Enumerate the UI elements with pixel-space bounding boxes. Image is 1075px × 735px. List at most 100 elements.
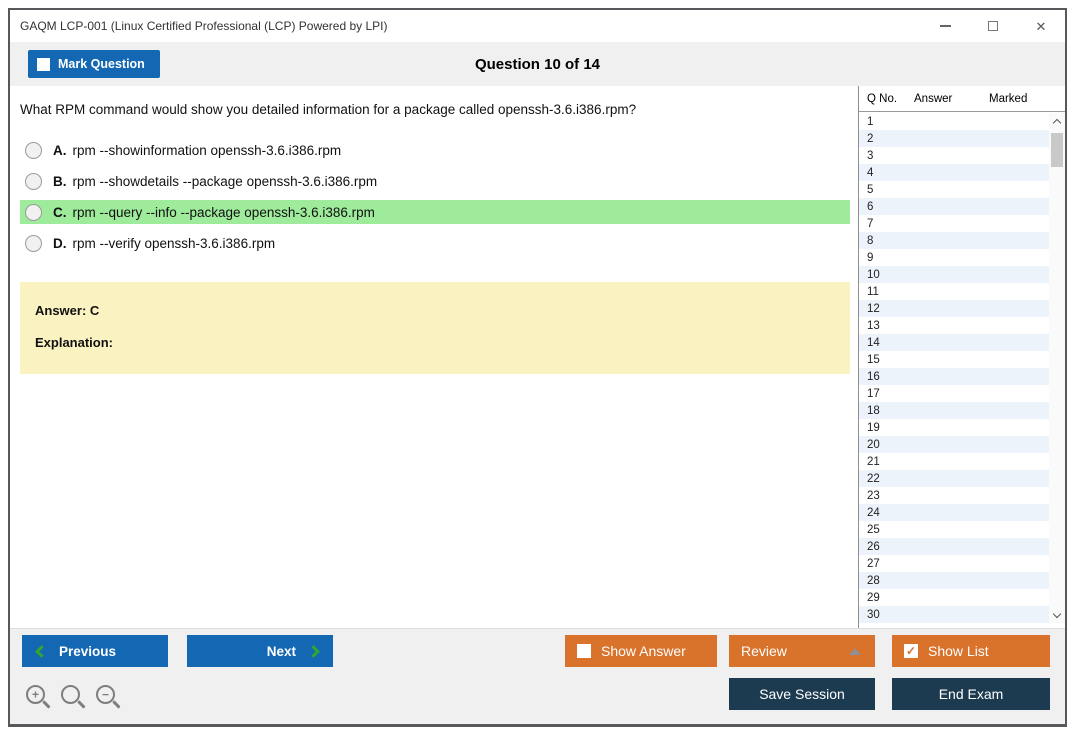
- qrow-number: 24: [867, 506, 880, 519]
- qrow-number: 20: [867, 438, 880, 451]
- main-area: What RPM command would show you detailed…: [10, 86, 1065, 628]
- question-list-row[interactable]: 10: [859, 266, 1049, 283]
- previous-label: Previous: [59, 643, 117, 659]
- scrollbar-thumb[interactable]: [1051, 133, 1063, 167]
- option-text: rpm --showinformation openssh-3.6.i386.r…: [72, 142, 342, 158]
- option-b[interactable]: B. rpm --showdetails --package openssh-3…: [20, 169, 850, 193]
- question-list-row[interactable]: 6: [859, 198, 1049, 215]
- question-list-row[interactable]: 1: [859, 113, 1049, 130]
- option-d[interactable]: D. rpm --verify openssh-3.6.i386.rpm: [20, 231, 850, 255]
- qrow-number: 27: [867, 557, 880, 570]
- question-list-row[interactable]: 19: [859, 419, 1049, 436]
- radio-icon[interactable]: [25, 141, 42, 159]
- mark-question-checkbox[interactable]: [37, 57, 50, 71]
- qrow-number: 8: [867, 234, 874, 247]
- scroll-down-button[interactable]: [1049, 607, 1065, 623]
- question-list-scrollbar[interactable]: [1049, 113, 1065, 623]
- next-label: Next: [266, 643, 296, 659]
- show-answer-checkbox[interactable]: [577, 644, 591, 658]
- qrow-number: 9: [867, 251, 874, 264]
- question-list-row[interactable]: 21: [859, 453, 1049, 470]
- question-list-row[interactable]: 28: [859, 572, 1049, 589]
- mark-question-button[interactable]: Mark Question: [28, 50, 160, 78]
- question-list-row[interactable]: 20: [859, 436, 1049, 453]
- chevron-down-icon: [1052, 609, 1062, 618]
- end-exam-label: End Exam: [938, 686, 1004, 702]
- qrow-number: 1: [867, 115, 874, 128]
- qrow-number: 23: [867, 489, 880, 502]
- question-list-row[interactable]: 7: [859, 215, 1049, 232]
- magnifier-icon[interactable]: [61, 685, 80, 704]
- maximize-icon: [988, 21, 998, 31]
- qrow-number: 3: [867, 149, 874, 162]
- question-list-header: Q No. Answer Marked: [859, 86, 1065, 112]
- scroll-up-button[interactable]: [1049, 113, 1065, 129]
- qrow-number: 4: [867, 166, 874, 179]
- zoom-out-icon[interactable]: −: [96, 685, 115, 704]
- qrow-number: 16: [867, 370, 880, 383]
- question-list-row[interactable]: 17: [859, 385, 1049, 402]
- radio-icon[interactable]: [25, 203, 42, 221]
- next-button[interactable]: Next: [187, 635, 333, 667]
- previous-button[interactable]: Previous: [22, 635, 168, 667]
- question-list-row[interactable]: 11: [859, 283, 1049, 300]
- minimize-button[interactable]: [921, 10, 969, 42]
- explanation-label: Explanation:: [35, 335, 114, 350]
- chevron-right-icon: [307, 644, 320, 658]
- close-button[interactable]: ✕: [1017, 10, 1065, 42]
- question-area: What RPM command would show you detailed…: [10, 86, 858, 628]
- show-list-checkbox[interactable]: ✓: [904, 644, 918, 658]
- maximize-button[interactable]: [969, 10, 1017, 42]
- show-answer-button[interactable]: Show Answer: [565, 635, 717, 667]
- qrow-number: 19: [867, 421, 880, 434]
- question-list-row[interactable]: 13: [859, 317, 1049, 334]
- mark-question-label: Mark Question: [58, 57, 145, 71]
- question-list-row[interactable]: 15: [859, 351, 1049, 368]
- chevron-up-icon: [1052, 118, 1062, 127]
- show-list-label: Show List: [928, 643, 989, 659]
- question-list-row[interactable]: 18: [859, 402, 1049, 419]
- option-a[interactable]: A. rpm --showinformation openssh-3.6.i38…: [20, 138, 850, 162]
- save-session-button[interactable]: Save Session: [729, 678, 875, 710]
- show-answer-label: Show Answer: [601, 643, 686, 659]
- qrow-number: 14: [867, 336, 880, 349]
- question-list-row[interactable]: 23: [859, 487, 1049, 504]
- question-list-row[interactable]: 26: [859, 538, 1049, 555]
- close-icon: ✕: [1035, 18, 1047, 34]
- question-list-row[interactable]: 24: [859, 504, 1049, 521]
- question-list-row[interactable]: 9: [859, 249, 1049, 266]
- qrow-number: 26: [867, 540, 880, 553]
- footer-toolbar: Previous Next Show Answer Review ✓ Show …: [10, 628, 1065, 724]
- question-list-row[interactable]: 5: [859, 181, 1049, 198]
- question-list-row[interactable]: 29: [859, 589, 1049, 606]
- show-list-button[interactable]: ✓ Show List: [892, 635, 1050, 667]
- qrow-number: 22: [867, 472, 880, 485]
- question-list-row[interactable]: 27: [859, 555, 1049, 572]
- option-c[interactable]: C. rpm --query --info --package openssh-…: [20, 200, 850, 224]
- review-dropdown[interactable]: Review: [729, 635, 875, 667]
- zoom-in-icon[interactable]: +: [26, 685, 45, 704]
- check-icon: ✓: [905, 644, 917, 658]
- question-list-row[interactable]: 4: [859, 164, 1049, 181]
- end-exam-button[interactable]: End Exam: [892, 678, 1050, 710]
- qrow-number: 30: [867, 608, 880, 621]
- qrow-number: 28: [867, 574, 880, 587]
- question-list-row[interactable]: 16: [859, 368, 1049, 385]
- qrow-number: 11: [867, 285, 879, 298]
- question-list-row[interactable]: 14: [859, 334, 1049, 351]
- qrow-number: 29: [867, 591, 880, 604]
- chevron-left-icon: [35, 644, 48, 658]
- question-list-panel: Q No. Answer Marked 1 2 3 4 5 6 7 8 9 10 11 12 13 14 1…: [858, 86, 1065, 628]
- answer-box: Answer: C Explanation:: [20, 282, 850, 374]
- question-list-row[interactable]: 22: [859, 470, 1049, 487]
- question-list-row[interactable]: 3: [859, 147, 1049, 164]
- window-controls: ✕: [921, 10, 1065, 42]
- question-list-row[interactable]: 30: [859, 606, 1049, 623]
- question-list-row[interactable]: 8: [859, 232, 1049, 249]
- radio-icon[interactable]: [25, 234, 42, 252]
- column-answer: Answer: [914, 92, 953, 105]
- radio-icon[interactable]: [25, 172, 42, 190]
- question-list-row[interactable]: 25: [859, 521, 1049, 538]
- question-list-row[interactable]: 12: [859, 300, 1049, 317]
- question-list-row[interactable]: 2: [859, 130, 1049, 147]
